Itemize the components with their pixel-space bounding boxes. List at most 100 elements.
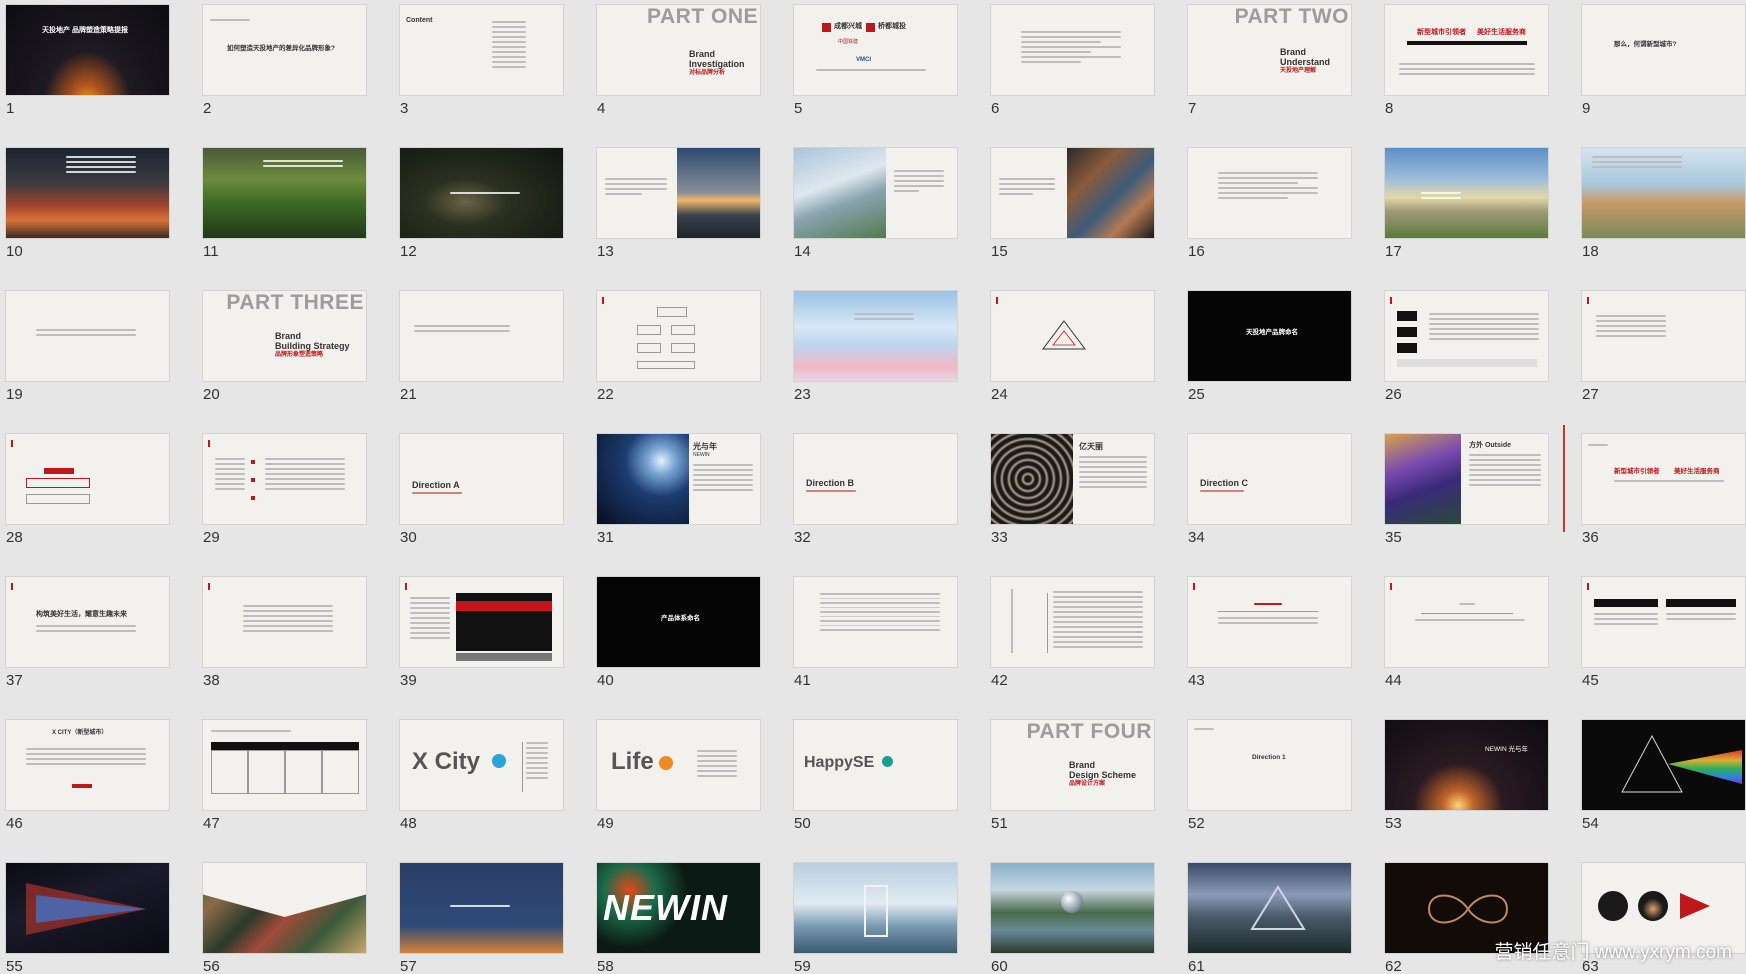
slide-cell[interactable]: Content 3 (399, 4, 564, 131)
slide-thumbnail-54[interactable] (1581, 719, 1746, 811)
slide-thumbnail-6[interactable] (990, 4, 1155, 96)
slide-cell[interactable]: 亿天丽 33 (990, 433, 1155, 560)
slide-cell[interactable]: 新型城市引领者 美好生活服务商 8 (1384, 4, 1549, 131)
slide-thumbnail-3[interactable]: Content (399, 4, 564, 96)
slide-thumbnail-29[interactable] (202, 433, 367, 525)
slide-cell[interactable]: X City 48 (399, 719, 564, 846)
slide-thumbnail-44[interactable] (1384, 576, 1549, 668)
slide-thumbnail-16[interactable] (1187, 147, 1352, 239)
slide-thumbnail-26[interactable] (1384, 290, 1549, 382)
slide-thumbnail-15[interactable] (990, 147, 1155, 239)
slide-cell[interactable]: X CITY（新型城市） 46 (5, 719, 170, 846)
slide-cell[interactable]: 39 (399, 576, 564, 703)
slide-cell[interactable]: 12 (399, 147, 564, 274)
slide-cell[interactable]: 新型城市引领者 美好生活服务商 36 (1581, 433, 1746, 560)
slide-cell[interactable]: 那么，何谓新型城市? 9 (1581, 4, 1746, 131)
slide-thumbnail-43[interactable] (1187, 576, 1352, 668)
slide-cell[interactable]: 27 (1581, 290, 1746, 417)
slide-thumbnail-42[interactable] (990, 576, 1155, 668)
slide-cell[interactable]: Direction A 30 (399, 433, 564, 560)
slide-cell[interactable]: 28 (5, 433, 170, 560)
slide-cell[interactable]: PART THREE Brand Building Strategy 品牌形象塑… (202, 290, 367, 417)
slide-cell[interactable]: 54 (1581, 719, 1746, 846)
slide-cell[interactable]: 38 (202, 576, 367, 703)
slide-thumbnail-39[interactable] (399, 576, 564, 668)
slide-thumbnail-31[interactable]: 光与年 NEWIN (596, 433, 761, 525)
slide-thumbnail-17[interactable] (1384, 147, 1549, 239)
slide-cell[interactable]: 23 (793, 290, 958, 417)
slide-thumbnail-21[interactable] (399, 290, 564, 382)
slide-cell[interactable]: 17 (1384, 147, 1549, 274)
slide-cell[interactable]: Direction 1 52 (1187, 719, 1352, 846)
slide-thumbnail-57[interactable] (399, 862, 564, 954)
slide-thumbnail-30[interactable]: Direction A (399, 433, 564, 525)
slide-thumbnail-37[interactable]: 构筑美好生活，耀意生趣未来 (5, 576, 170, 668)
slide-cell[interactable]: 方外 Outside 35 (1384, 433, 1549, 560)
slide-thumbnail-13[interactable] (596, 147, 761, 239)
slide-thumbnail-22[interactable] (596, 290, 761, 382)
slide-thumbnail-23[interactable] (793, 290, 958, 382)
slide-cell[interactable]: 24 (990, 290, 1155, 417)
slide-thumbnail-51[interactable]: PART FOUR Brand Design Scheme 品牌设计方案 (990, 719, 1155, 811)
slide-thumbnail-18[interactable] (1581, 147, 1746, 239)
slide-cell[interactable]: 21 (399, 290, 564, 417)
slide-cell[interactable]: 18 (1581, 147, 1746, 274)
slide-cell[interactable]: 57 (399, 862, 564, 974)
slide-cell[interactable]: 41 (793, 576, 958, 703)
slide-thumbnail-2[interactable]: 如何塑造天投地产的差异化品牌形象? (202, 4, 367, 96)
slide-thumbnail-34[interactable]: Direction C (1187, 433, 1352, 525)
slide-thumbnail-38[interactable] (202, 576, 367, 668)
slide-cell[interactable]: 天投地产品牌命名 25 (1187, 290, 1352, 417)
slide-thumbnail-49[interactable]: Life (596, 719, 761, 811)
slide-thumbnail-12[interactable] (399, 147, 564, 239)
slide-thumbnail-59[interactable] (793, 862, 958, 954)
slide-thumbnail-53[interactable]: NEWIN 光与年 (1384, 719, 1549, 811)
slide-cell[interactable]: 构筑美好生活，耀意生趣未来 37 (5, 576, 170, 703)
slide-thumbnail-27[interactable] (1581, 290, 1746, 382)
slide-cell[interactable]: NEWIN 58 (596, 862, 761, 974)
slide-cell[interactable]: 29 (202, 433, 367, 560)
slide-cell[interactable]: 11 (202, 147, 367, 274)
slide-thumbnail-25[interactable]: 天投地产品牌命名 (1187, 290, 1352, 382)
slide-cell[interactable]: 光与年 NEWIN 31 (596, 433, 761, 560)
slide-thumbnail-58[interactable]: NEWIN (596, 862, 761, 954)
slide-thumbnail-28[interactable] (5, 433, 170, 525)
slide-thumbnail-52[interactable]: Direction 1 (1187, 719, 1352, 811)
slide-cell[interactable]: 22 (596, 290, 761, 417)
slide-cell[interactable]: Direction C 34 (1187, 433, 1352, 560)
slide-cell[interactable]: 44 (1384, 576, 1549, 703)
slide-thumbnail-24[interactable] (990, 290, 1155, 382)
slide-thumbnail-5[interactable]: 成都兴城 桥都城投 中国铁建 VMCI (793, 4, 958, 96)
slide-thumbnail-47[interactable] (202, 719, 367, 811)
slide-thumbnail-50[interactable]: HappySE (793, 719, 958, 811)
slide-cell[interactable]: PART ONE Brand Investigation 对标品牌分析 4 (596, 4, 761, 131)
slide-thumbnail-8[interactable]: 新型城市引领者 美好生活服务商 (1384, 4, 1549, 96)
slide-cell[interactable]: 天投地产 品牌塑造策略提报 1 (5, 4, 170, 131)
slide-thumbnail-19[interactable] (5, 290, 170, 382)
slide-thumbnail-11[interactable] (202, 147, 367, 239)
slide-cell[interactable]: 产品体系命名 40 (596, 576, 761, 703)
slide-thumbnail-61[interactable] (1187, 862, 1352, 954)
slide-thumbnail-36[interactable]: 新型城市引领者 美好生活服务商 (1581, 433, 1746, 525)
slide-cell[interactable]: 如何塑造天投地产的差异化品牌形象? 2 (202, 4, 367, 131)
slide-cell[interactable]: Direction B 32 (793, 433, 958, 560)
slide-thumbnail-7[interactable]: PART TWO Brand Understand 天投地产理解 (1187, 4, 1352, 96)
slide-cell[interactable]: 成都兴城 桥都城投 中国铁建 VMCI 5 (793, 4, 958, 131)
slide-cell[interactable]: 6 (990, 4, 1155, 131)
slide-cell[interactable]: 42 (990, 576, 1155, 703)
slide-cell[interactable]: 61 (1187, 862, 1352, 974)
slide-thumbnail-40[interactable]: 产品体系命名 (596, 576, 761, 668)
slide-thumbnail-1[interactable]: 天投地产 品牌塑造策略提报 (5, 4, 170, 96)
slide-thumbnail-10[interactable] (5, 147, 170, 239)
slide-thumbnail-46[interactable]: X CITY（新型城市） (5, 719, 170, 811)
slide-thumbnail-35[interactable]: 方外 Outside (1384, 433, 1549, 525)
slide-thumbnail-55[interactable] (5, 862, 170, 954)
slide-cell[interactable]: NEWIN 光与年 53 (1384, 719, 1549, 846)
slide-cell[interactable]: 43 (1187, 576, 1352, 703)
slide-cell[interactable]: 15 (990, 147, 1155, 274)
slide-thumbnail-32[interactable]: Direction B (793, 433, 958, 525)
slide-cell[interactable]: PART FOUR Brand Design Scheme 品牌设计方案 51 (990, 719, 1155, 846)
slide-cell[interactable]: 60 (990, 862, 1155, 974)
slide-cell[interactable]: 55 (5, 862, 170, 974)
slide-cell[interactable]: 45 (1581, 576, 1746, 703)
